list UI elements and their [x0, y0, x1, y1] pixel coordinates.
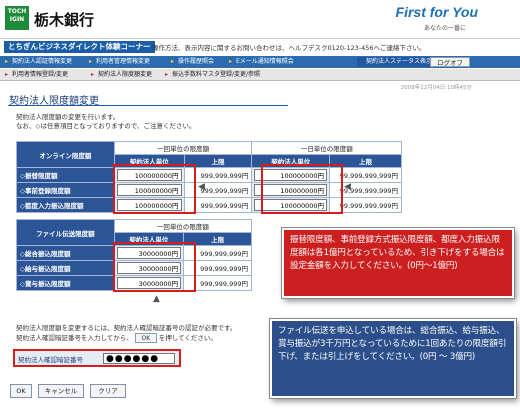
nav-tab-auth-info[interactable]: 契約法人認証情報変更	[4, 57, 72, 67]
service-title-bar: とちぎんビジネスダイレクト体験コーナー 操作方法、表示内容に関するお問い合わせは…	[0, 38, 520, 54]
online-day-header: 一日単位の限度額	[251, 141, 402, 155]
online-once-header: 一回単位の限度額	[113, 141, 253, 155]
helpdesk-notice: 操作方法、表示内容に関するお問い合わせは、ヘルプデスク0120-123-456へ…	[152, 44, 426, 52]
contract-password-input[interactable]	[103, 353, 175, 364]
auth-instruction-text: 契約法人確認暗証番号を入力してから、	[16, 334, 133, 342]
row-label: ◇都度入力振込限度額	[16, 197, 115, 213]
logo-text: TOCHIGIN	[7, 8, 27, 23]
sub-nav: 利用者情報登録/変更 契約法人限度額変更 振込手数料マスタ登録/変更/参照 20…	[0, 69, 520, 91]
timestamp: 2008年12月04日 10時45分	[400, 85, 472, 91]
file-once-header: 一回単位の限度額	[113, 219, 253, 233]
password-field-row: 契約法人確認暗証番号	[13, 349, 181, 367]
online-limit-callout: 振替限度額、事前登録方式振込限度額、都度入力振込限度額は各1億円となっているため…	[282, 228, 514, 298]
header: TOCHIGIN 栃木銀行 First for You あなたの一番に	[0, 0, 520, 38]
main-nav: 契約法人認証情報変更 利用者管理情報変更 操作履歴照会 Eメール通知情報照会 契…	[0, 56, 520, 68]
bank-name: 栃木銀行	[34, 11, 95, 29]
tagline: First for You	[395, 4, 478, 20]
ok-button[interactable]: OK	[10, 384, 32, 398]
contract-status-button[interactable]: 契約法人ステータス表示	[357, 57, 437, 67]
file-limit-highlight	[113, 242, 196, 292]
row-label: ◇事前登録限度額	[16, 182, 115, 198]
intro-note: なお、◇は任意項目となっておりますので、ご注意ください。	[16, 122, 196, 130]
inline-ok-button: OK	[134, 333, 157, 343]
nav-tab-operation-history[interactable]: 操作履歴照会	[170, 57, 214, 67]
cancel-button[interactable]: キャンセル	[38, 384, 84, 398]
arrow-left-icon: ◀	[198, 182, 205, 192]
nav-tab-user-management[interactable]: 利用者管理情報変更	[88, 57, 150, 67]
row-label: ◇振替限度額	[16, 167, 115, 183]
nav-tab-email-notification[interactable]: Eメール通知情報照会	[228, 57, 294, 67]
row-label: ◇総合振込限度額	[16, 245, 115, 261]
tagline-sub: あなたの一番に	[423, 25, 466, 32]
arrow-left-icon: ◀	[344, 182, 351, 192]
logoff-button[interactable]: ログオフ	[430, 57, 470, 67]
online-section-label: オンライン限度額	[16, 141, 115, 168]
auth-instruction: 契約法人限度額を変更するには、契約法人確認暗証番号の認証が必要です。	[16, 324, 237, 332]
row-label: ◇給与振込限度額	[16, 260, 115, 276]
subnav-user-registration[interactable]: 利用者情報登録/変更	[4, 70, 68, 80]
arrow-up-icon: ▲	[153, 294, 160, 304]
clear-button[interactable]: クリア	[90, 384, 126, 398]
auth-instruction-text: を押してください。	[158, 334, 217, 342]
service-name: とちぎんビジネスダイレクト体験コーナー	[4, 41, 155, 53]
online-once-highlight	[113, 164, 196, 214]
subnav-fee-master[interactable]: 振込手数料マスタ登録/変更/参照	[164, 70, 260, 80]
bank-logo: TOCHIGIN	[5, 6, 29, 30]
file-limit-callout: ファイル伝送を申込している場合は、総合振込、給与振込、賞与振込が3千万円となって…	[270, 319, 516, 398]
row-label: ◇賞与振込限度額	[16, 275, 115, 291]
online-day-highlight	[261, 164, 343, 214]
password-label: 契約法人確認暗証番号	[18, 356, 83, 364]
file-section-label: ファイル伝送限度額	[16, 219, 115, 246]
subnav-limit-change[interactable]: 契約法人限度額変更	[90, 70, 152, 80]
auth-instruction-2: 契約法人確認暗証番号を入力してから、 OK を押してください。	[16, 332, 217, 343]
online-limits-table: オンライン限度額 一回単位の限度額 一日単位の限度額 契約法人単位 上限 契約法…	[16, 141, 402, 213]
table-row: ◇都度入力振込限度額 999,999,999円 99,999,999,999円	[16, 197, 402, 213]
table-row: ◇振替限度額 999,999,999円 99,999,999,999円	[16, 167, 402, 183]
title-divider	[8, 105, 288, 106]
